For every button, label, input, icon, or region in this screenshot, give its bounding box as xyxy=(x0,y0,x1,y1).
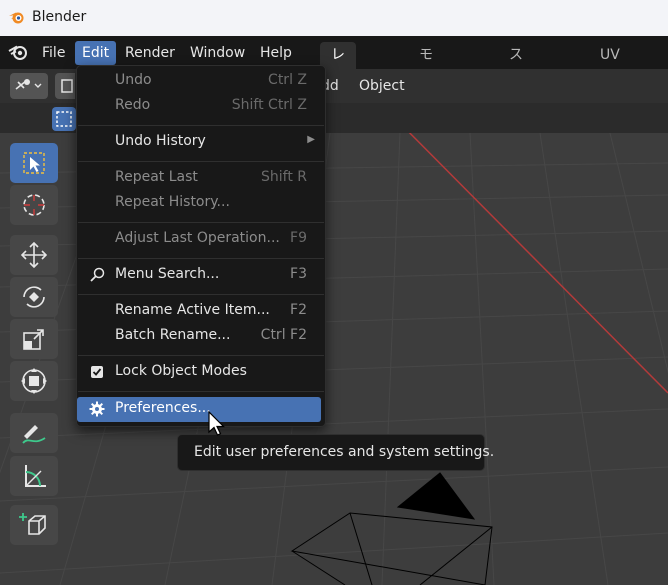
menu-item-undo[interactable]: Undo Ctrl Z xyxy=(77,69,325,94)
menu-item-redo[interactable]: Redo Shift Ctrl Z xyxy=(77,94,325,119)
window-titlebar: Blender xyxy=(0,0,668,36)
scale-icon xyxy=(23,329,44,350)
rename-active-label: Rename Active Item... xyxy=(115,302,270,318)
menu-separator xyxy=(78,222,324,223)
select-cursor-icon xyxy=(23,152,45,174)
tab-uv-editing[interactable]: UV編集 xyxy=(589,42,631,117)
menu-help[interactable]: Help xyxy=(253,41,299,65)
preferences-label: Preferences... xyxy=(115,400,211,416)
window-title: Blender xyxy=(32,9,87,25)
tool-add-cube[interactable] xyxy=(10,505,58,545)
blender-menu-icon[interactable] xyxy=(8,42,30,62)
menu-separator xyxy=(78,161,324,162)
batch-rename-shortcut: Ctrl F2 xyxy=(260,327,307,343)
redo-label: Redo xyxy=(115,97,151,113)
tool-rotate[interactable] xyxy=(10,277,58,317)
menu-item-rename-active-item[interactable]: Rename Active Item... F2 xyxy=(77,299,325,324)
crosshair-cursor-icon xyxy=(23,194,45,216)
select-box-option-button[interactable] xyxy=(52,107,76,131)
tool-transform[interactable] xyxy=(10,361,58,401)
add-cube-icon xyxy=(19,513,46,535)
tab-modeling[interactable]: モデリング xyxy=(408,42,444,171)
menu-item-batch-rename[interactable]: Batch Rename... Ctrl F2 xyxy=(77,324,325,349)
transform-orientation-dropdown[interactable] xyxy=(10,73,48,99)
menu-object[interactable]: Object xyxy=(359,74,405,98)
menu-file[interactable]: File xyxy=(35,41,72,65)
tool-move[interactable] xyxy=(10,235,58,275)
menu-search-label: Menu Search... xyxy=(115,266,220,282)
transform-icon xyxy=(21,368,47,394)
repeat-last-label: Repeat Last xyxy=(115,169,198,185)
move-icon xyxy=(20,241,48,269)
pencil-annotate-icon xyxy=(22,425,46,444)
tool-annotate[interactable] xyxy=(10,413,58,453)
rename-active-shortcut: F2 xyxy=(290,302,307,318)
ruler-measure-icon xyxy=(25,465,46,487)
camera-object xyxy=(290,472,493,585)
menu-item-preferences[interactable]: Preferences... xyxy=(77,397,321,422)
tab-layout[interactable]: レイアウト xyxy=(320,42,356,171)
menu-separator xyxy=(78,391,324,392)
redo-shortcut: Shift Ctrl Z xyxy=(231,97,307,113)
lock-object-modes-label: Lock Object Modes xyxy=(115,363,247,379)
mouse-pointer-icon xyxy=(208,410,225,436)
menu-item-adjust-last-operation[interactable]: Adjust Last Operation... F9 xyxy=(77,227,325,252)
checkbox-checked-icon[interactable] xyxy=(89,364,105,380)
menu-search-shortcut: F3 xyxy=(290,266,307,282)
adjust-last-shortcut: F9 xyxy=(290,230,307,246)
menu-window[interactable]: Window xyxy=(183,41,252,65)
tooltip-text: Edit user preferences and system setting… xyxy=(194,444,495,460)
menu-item-repeat-history[interactable]: Repeat History... xyxy=(77,191,325,216)
menu-item-menu-search[interactable]: Menu Search... F3 xyxy=(77,263,325,288)
select-mode-button[interactable] xyxy=(55,73,75,99)
undo-shortcut: Ctrl Z xyxy=(268,72,307,88)
batch-rename-label: Batch Rename... xyxy=(115,327,231,343)
preferences-tooltip: Edit user preferences and system setting… xyxy=(177,434,494,471)
menu-separator xyxy=(78,125,324,126)
tool-scale[interactable] xyxy=(10,319,58,359)
tool-select-box[interactable] xyxy=(10,143,58,183)
tab-sculpt[interactable]: スカルプト xyxy=(498,42,534,171)
undo-label: Undo xyxy=(115,72,152,88)
rotate-icon xyxy=(23,286,45,308)
search-icon xyxy=(90,267,105,282)
edit-menu-dropdown: Undo Ctrl Z Redo Shift Ctrl Z Undo Histo… xyxy=(76,65,326,427)
repeat-last-shortcut: Shift R xyxy=(261,169,307,185)
menu-item-lock-object-modes[interactable]: Lock Object Modes xyxy=(77,360,325,385)
menu-edit[interactable]: Edit xyxy=(75,41,117,65)
undo-history-label: Undo History xyxy=(115,133,206,149)
orientation-icon xyxy=(15,79,42,90)
tool-measure[interactable] xyxy=(10,456,58,496)
submenu-arrow-icon: ▶ xyxy=(307,134,315,145)
select-box-mode-icon xyxy=(61,79,73,93)
x-axis-line xyxy=(408,133,668,394)
menu-render[interactable]: Render xyxy=(118,41,182,65)
dashed-box-icon xyxy=(56,111,72,127)
menu-separator xyxy=(78,258,324,259)
blender-logo-icon xyxy=(9,12,24,24)
tool-cursor[interactable] xyxy=(10,185,58,225)
menu-separator xyxy=(78,294,324,295)
adjust-last-label: Adjust Last Operation... xyxy=(115,230,280,246)
menu-item-undo-history[interactable]: Undo History ▶ xyxy=(77,130,325,155)
menu-item-repeat-last[interactable]: Repeat Last Shift R xyxy=(77,166,325,191)
repeat-history-label: Repeat History... xyxy=(115,194,230,210)
menu-separator xyxy=(78,355,324,356)
gear-icon xyxy=(89,401,105,417)
